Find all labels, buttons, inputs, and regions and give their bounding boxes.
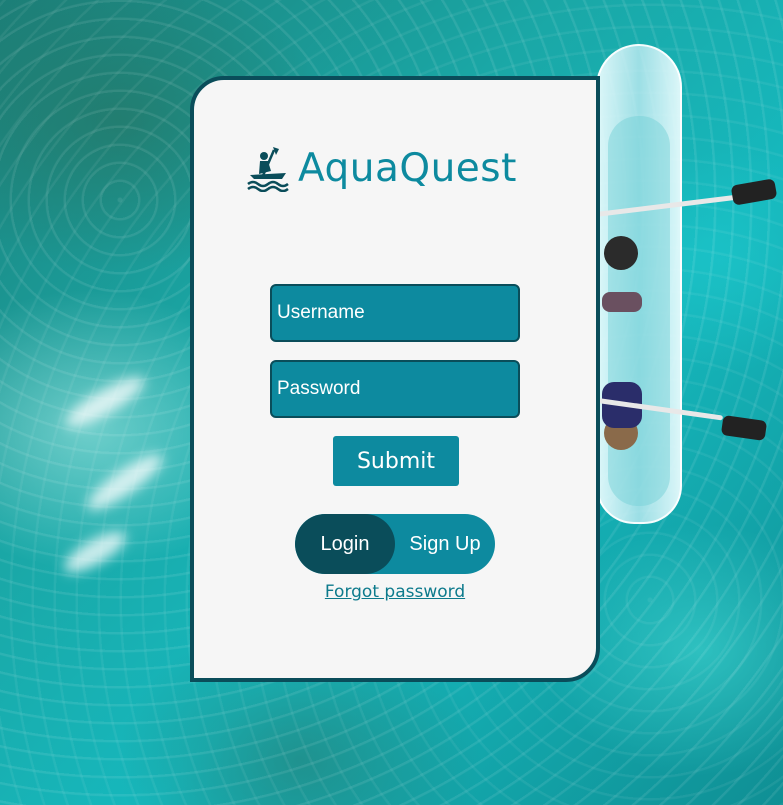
kayak-image <box>596 44 682 524</box>
kayaker-icon <box>247 147 289 192</box>
login-signup-toggle: Login Sign Up <box>295 514 495 574</box>
login-card: AquaQuest Submit Login Sign Up Forgot pa… <box>190 76 600 682</box>
password-input[interactable] <box>270 360 520 418</box>
app-title: AquaQuest <box>298 145 517 191</box>
kayak-seat <box>602 292 642 312</box>
submit-button[interactable]: Submit <box>333 436 459 486</box>
kayaker-head <box>604 236 638 270</box>
login-toggle-option[interactable]: Login <box>295 514 395 574</box>
app-logo: AquaQuest <box>246 144 517 192</box>
username-input[interactable] <box>270 284 520 342</box>
forgot-password-link[interactable]: Forgot password <box>194 582 596 602</box>
signup-toggle-option[interactable]: Sign Up <box>395 514 495 574</box>
